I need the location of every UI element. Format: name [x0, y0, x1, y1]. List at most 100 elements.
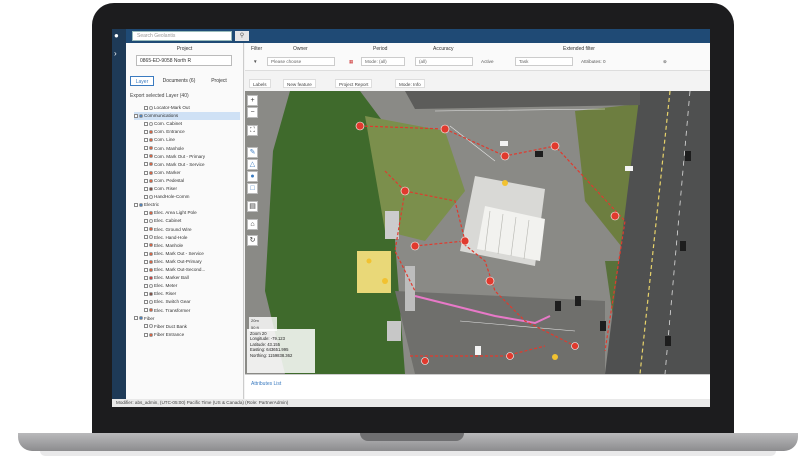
- tab-documents[interactable]: Documents (6): [156, 76, 202, 86]
- layer-item[interactable]: Elec. Meter: [144, 282, 240, 290]
- zoom-in-button[interactable]: +: [247, 95, 258, 106]
- layer-symbol-icon: [149, 308, 153, 313]
- layer-checkbox[interactable]: [144, 219, 148, 224]
- layer-checkbox[interactable]: [144, 170, 148, 175]
- layer-checkbox[interactable]: [144, 324, 148, 329]
- active-toggle[interactable]: Active: [481, 59, 494, 64]
- layer-checkbox[interactable]: [144, 121, 148, 126]
- layer-item[interactable]: Locator-Mark Out: [144, 104, 240, 112]
- refresh-icon[interactable]: ↻: [247, 235, 258, 246]
- new-feature-button[interactable]: New feature: [283, 79, 316, 88]
- layer-item[interactable]: Fiber Duct Bank: [144, 323, 240, 331]
- layer-checkbox[interactable]: [134, 202, 138, 207]
- layer-label: Elec. Cabinet: [154, 218, 182, 224]
- project-report-button[interactable]: Project Report: [335, 79, 373, 88]
- layer-item[interactable]: Com. Manhole: [144, 145, 240, 153]
- layer-item[interactable]: Elec. Cabinet: [144, 217, 240, 225]
- satellite-map[interactable]: + − ⛶ ✎ △ ● □ ▤ ⌂ ↻ 20m 50 ft Zoom 20 Lo…: [245, 91, 710, 374]
- layer-item[interactable]: Elec. Ground Wire: [144, 226, 240, 234]
- attributes-filter[interactable]: Attributes: 0: [581, 59, 606, 64]
- layer-item[interactable]: Elec. Manhole: [144, 242, 240, 250]
- layer-item[interactable]: Com. Pedestal: [144, 177, 240, 185]
- mode-info-button[interactable]: Mode: Info: [395, 79, 425, 88]
- layer-item[interactable]: Elec. Riser: [144, 290, 240, 298]
- layer-checkbox[interactable]: [144, 259, 148, 264]
- export-layer-button[interactable]: Export selected Layer (40): [130, 93, 189, 99]
- layer-item[interactable]: Com. Mark Out - Service: [144, 161, 240, 169]
- layer-group[interactable]: Fiber: [134, 315, 240, 323]
- layer-checkbox[interactable]: [144, 162, 148, 167]
- layer-item[interactable]: Com. Mark Out - Primary: [144, 153, 240, 161]
- layer-item[interactable]: Elec. Area Light Pole: [144, 209, 240, 217]
- tab-layer[interactable]: Layer: [130, 76, 154, 86]
- layer-checkbox[interactable]: [144, 332, 148, 337]
- tab-project[interactable]: Project: [204, 76, 234, 86]
- calendar-icon[interactable]: ▦: [349, 59, 353, 65]
- area-icon[interactable]: □: [247, 183, 258, 194]
- layer-checkbox[interactable]: [144, 130, 148, 135]
- draw-line-icon[interactable]: ✎: [247, 147, 258, 158]
- layer-checkbox[interactable]: [144, 227, 148, 232]
- layer-item[interactable]: Elec. Marker Ball: [144, 274, 240, 282]
- layer-checkbox[interactable]: [144, 292, 148, 297]
- attributes-list-link[interactable]: Attributes List: [251, 381, 281, 387]
- layer-item[interactable]: Elec. Mark Out-Second...: [144, 266, 240, 274]
- labels-button[interactable]: Labels: [249, 79, 271, 88]
- layer-item[interactable]: Com. Line: [144, 136, 240, 144]
- point-icon[interactable]: ●: [247, 171, 258, 182]
- layer-item[interactable]: Com. Riser: [144, 185, 240, 193]
- layer-item[interactable]: Elec. Mark Out-Primary: [144, 258, 240, 266]
- home-icon[interactable]: ⌂: [247, 219, 258, 230]
- layer-checkbox[interactable]: [144, 235, 148, 240]
- project-select[interactable]: 0865-ED-9058 North R: [136, 55, 232, 66]
- period-mode-select[interactable]: Mode: (all): [361, 57, 405, 66]
- measure-icon[interactable]: △: [247, 159, 258, 170]
- layer-group[interactable]: Electric: [134, 201, 240, 209]
- layer-checkbox[interactable]: [144, 243, 148, 248]
- layer-item[interactable]: Com. Marker: [144, 169, 240, 177]
- expand-chevron-icon[interactable]: ›: [114, 49, 117, 58]
- layer-item[interactable]: Com. Cabinet: [144, 120, 240, 128]
- period-label: Period: [373, 46, 388, 52]
- owner-select[interactable]: Please choose: [267, 57, 335, 66]
- layer-checkbox[interactable]: [144, 308, 148, 313]
- layer-symbol-icon: [149, 130, 153, 135]
- project-label: Project: [176, 46, 193, 52]
- layer-checkbox[interactable]: [144, 178, 148, 183]
- layer-group[interactable]: Communications: [134, 112, 240, 121]
- layer-checkbox[interactable]: [144, 146, 148, 151]
- accuracy-label: Accuracy: [433, 46, 454, 52]
- layer-checkbox[interactable]: [144, 251, 148, 256]
- layer-item[interactable]: Elec. Hand-Hole: [144, 234, 240, 242]
- layer-checkbox[interactable]: [144, 275, 148, 280]
- layer-checkbox[interactable]: [144, 154, 148, 159]
- layer-checkbox[interactable]: [144, 267, 148, 272]
- search-icon[interactable]: ⚲: [235, 31, 249, 41]
- location-pin-icon[interactable]: ●: [114, 31, 119, 40]
- layer-checkbox[interactable]: [144, 138, 148, 143]
- task-input[interactable]: Task: [515, 57, 573, 66]
- layer-checkbox[interactable]: [144, 186, 148, 191]
- layer-checkbox[interactable]: [134, 316, 138, 321]
- accuracy-select[interactable]: (all): [415, 57, 473, 66]
- filter-funnel-icon[interactable]: ▼: [253, 59, 258, 64]
- clear-filter-icon[interactable]: ⊗: [663, 59, 667, 65]
- fullscreen-icon[interactable]: ⛶: [247, 125, 258, 136]
- layer-checkbox[interactable]: [144, 194, 148, 199]
- layer-item[interactable]: Com. Entrance: [144, 128, 240, 136]
- layer-item[interactable]: Fiber Entrance: [144, 331, 240, 339]
- layer-checkbox[interactable]: [134, 113, 138, 118]
- search-input[interactable]: Search Geolantis: [132, 31, 232, 41]
- layer-checkbox[interactable]: [144, 283, 148, 288]
- layer-checkbox[interactable]: [144, 211, 148, 216]
- layer-checkbox[interactable]: [144, 300, 148, 305]
- nav-rail: ● ›: [112, 29, 126, 399]
- layer-item[interactable]: HandHole-Comm: [144, 193, 240, 201]
- layer-item[interactable]: Elec. Transformer: [144, 307, 240, 315]
- zoom-out-button[interactable]: −: [247, 107, 258, 118]
- layer-item[interactable]: Elec. Mark Out - Service: [144, 250, 240, 258]
- layer-label: Elec. Area Light Pole: [154, 210, 197, 216]
- layer-checkbox[interactable]: [144, 105, 148, 110]
- layer-item[interactable]: Elec. Switch Gear: [144, 298, 240, 306]
- layers-icon[interactable]: ▤: [247, 201, 258, 212]
